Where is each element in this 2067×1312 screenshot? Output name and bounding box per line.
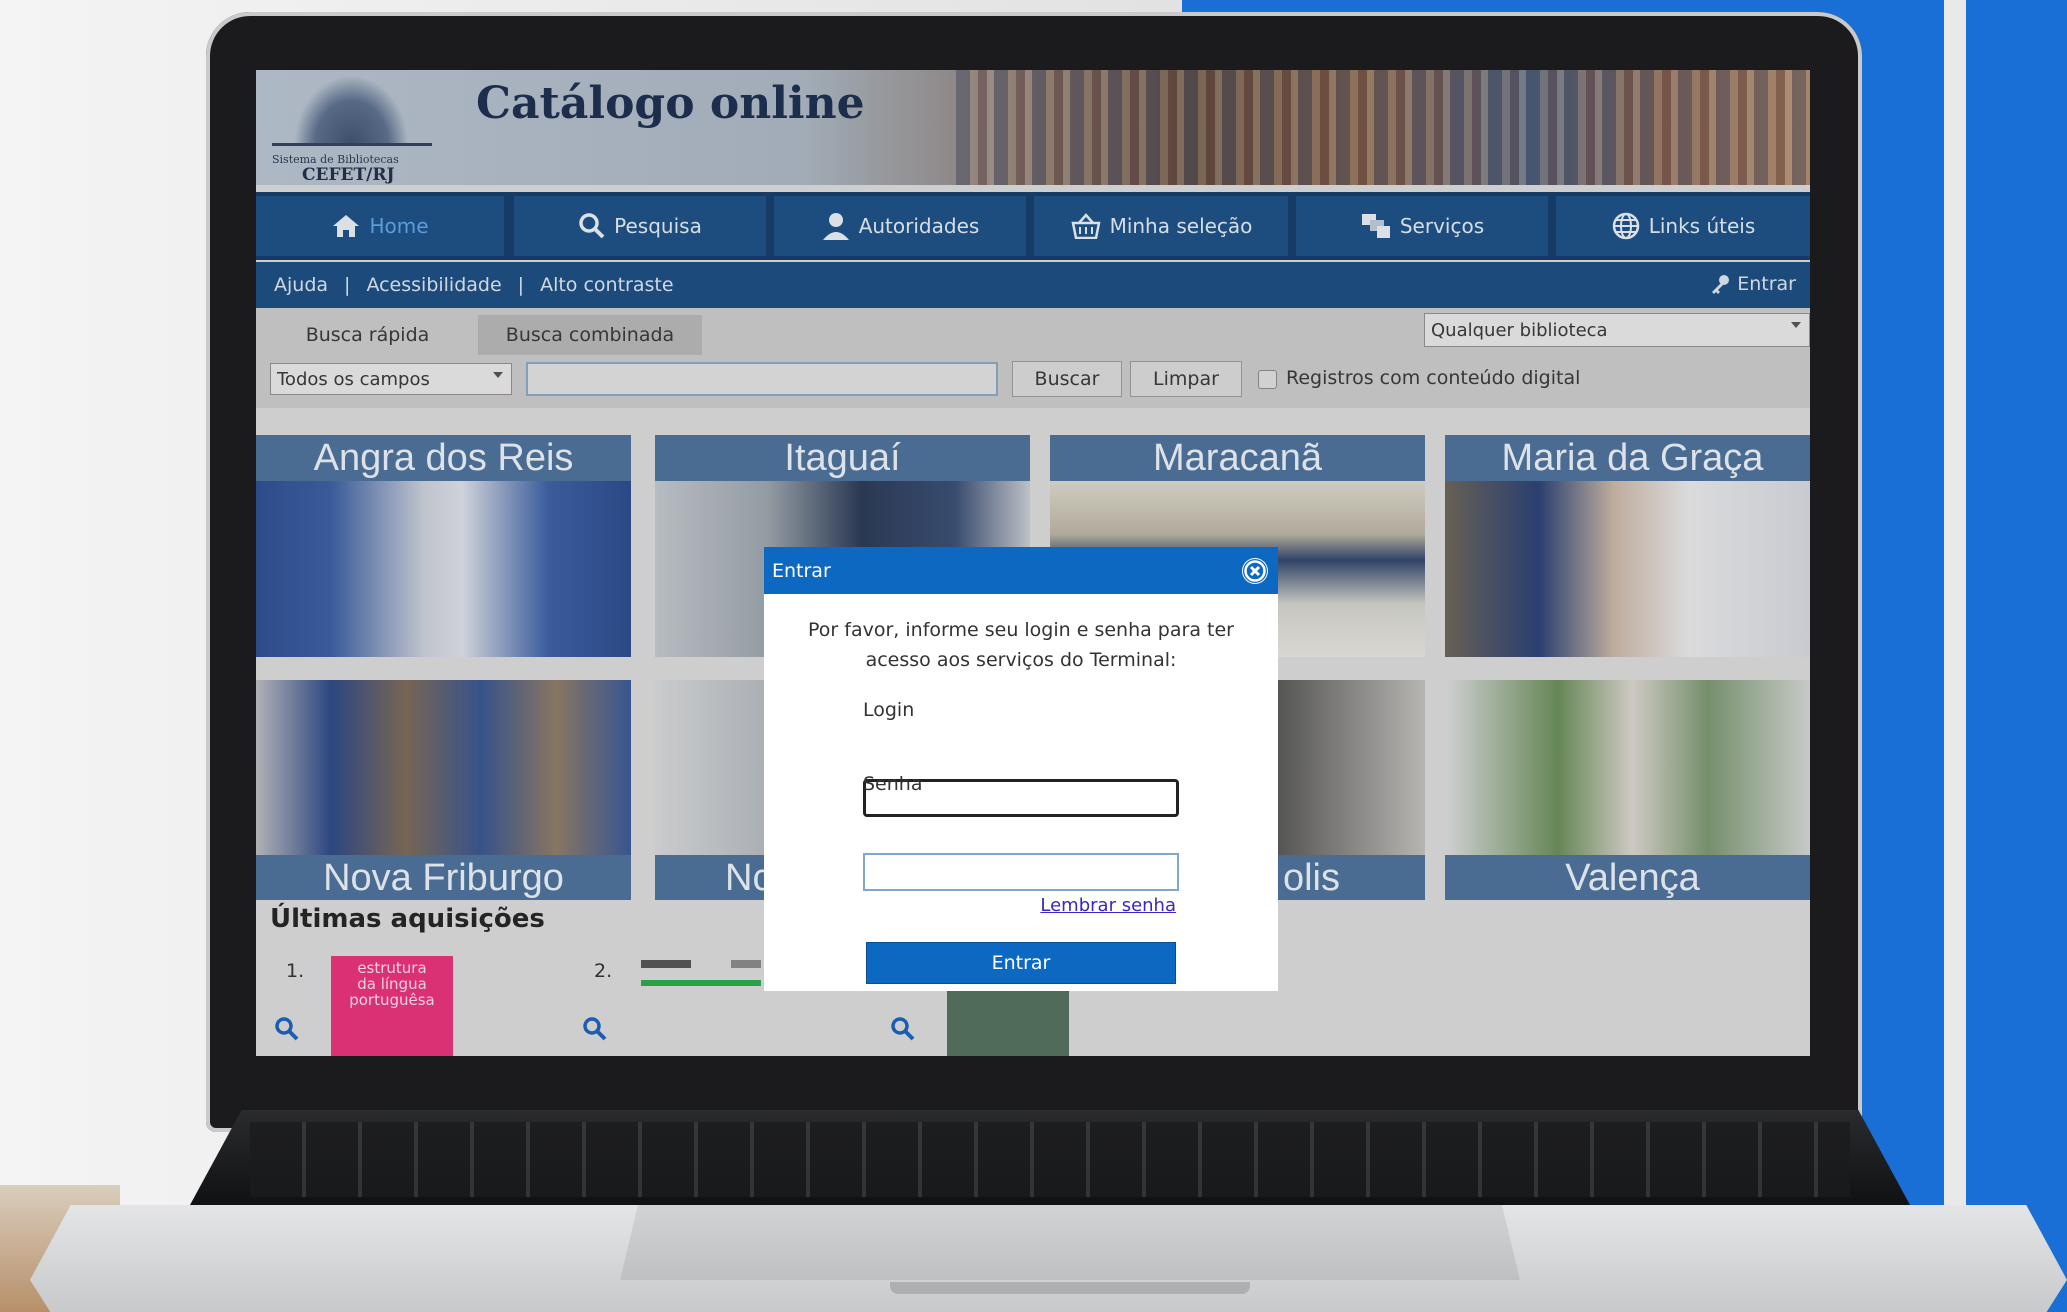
login-dialog: Entrar Por favor, informe seu login e se…: [764, 547, 1278, 991]
trackpad: [620, 1205, 1520, 1280]
dialog-header: Entrar: [764, 547, 1278, 594]
lid-notch: [890, 1282, 1250, 1294]
laptop-screen: Sistema de Bibliotecas CEFET/RJ Catálogo…: [256, 70, 1810, 1056]
dialog-title: Entrar: [772, 559, 831, 582]
keyboard-keys: [250, 1122, 1850, 1197]
close-button[interactable]: [1242, 558, 1268, 584]
password-field[interactable]: [863, 853, 1179, 891]
laptop-base: [30, 1110, 2067, 1312]
dialog-message: Por favor, informe seu login e senha par…: [808, 619, 1234, 671]
entrar-button[interactable]: Entrar: [866, 942, 1176, 984]
lembrar-senha-link[interactable]: Lembrar senha: [1040, 895, 1176, 916]
senha-label: Senha: [863, 773, 923, 795]
close-icon: [1243, 559, 1267, 583]
login-label: Login: [863, 699, 915, 721]
